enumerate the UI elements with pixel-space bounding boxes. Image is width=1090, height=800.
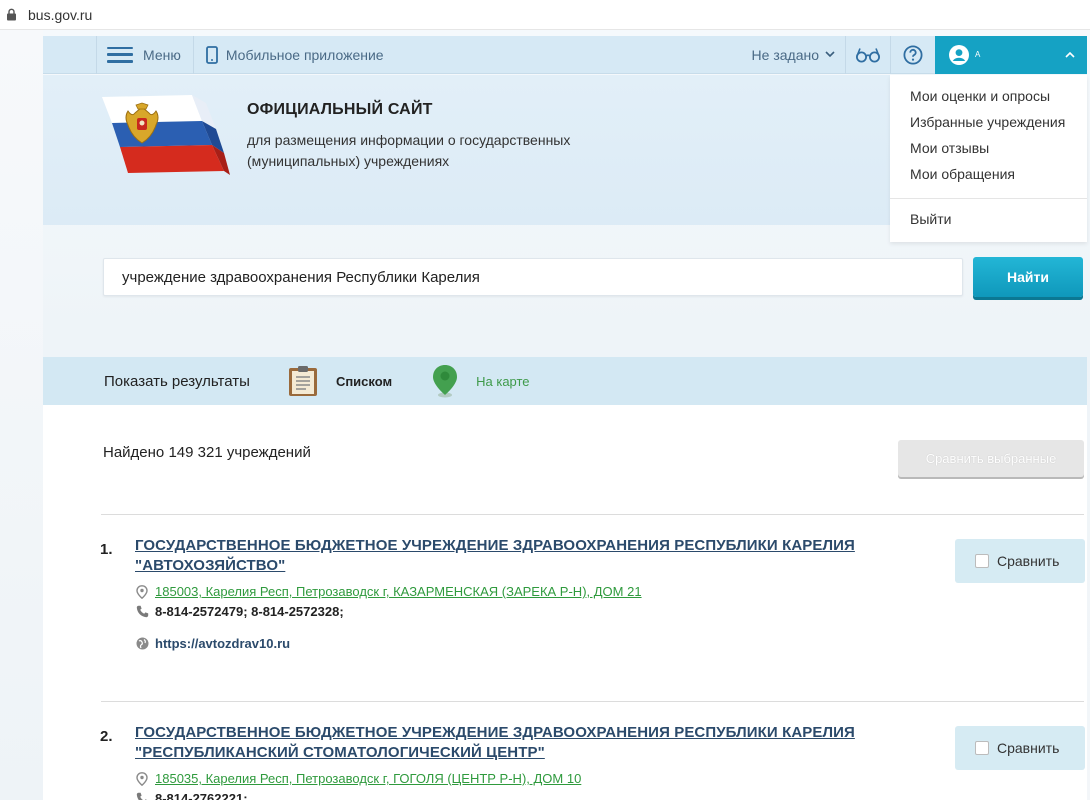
top-navigation: Меню Мобильное приложение Не задано А <box>43 35 1087 74</box>
lock-icon <box>6 8 20 22</box>
result-number: 2. <box>100 728 113 745</box>
menu-divider <box>890 198 1087 199</box>
site-title: ОФИЦИАЛЬНЫЙ САЙТ <box>247 101 433 118</box>
glasses-icon <box>856 47 880 62</box>
view-bar-label: Показать результаты <box>104 372 250 390</box>
result-phone: 8-814-2572479; 8-814-2572328; <box>155 604 344 619</box>
result-address-row: 185035, Карелия Респ, Петрозаводск г, ГО… <box>135 771 581 786</box>
help-button[interactable] <box>891 36 935 74</box>
view-map-option[interactable]: На карте <box>476 374 529 389</box>
browser-url[interactable]: bus.gov.ru <box>28 7 92 23</box>
user-name: А <box>975 50 981 59</box>
site-subtitle: для размещения информации о государствен… <box>247 132 571 169</box>
menu-item-favorite-institutions[interactable]: Избранные учреждения <box>910 114 1065 130</box>
browser-address-bar[interactable]: bus.gov.ru <box>0 0 1090 30</box>
result-phone-row: 8-814-2572479; 8-814-2572328; <box>135 604 344 619</box>
result-phone: 8-814-2762221; <box>155 791 248 800</box>
results-count: Найдено 149 321 учреждений <box>103 444 311 461</box>
chevron-down-icon <box>825 51 835 58</box>
compare-selected-button[interactable]: Сравнить выбранные <box>898 440 1084 477</box>
site-logo[interactable] <box>98 93 230 175</box>
results-view-bar: Показать результаты Списком На карте <box>43 357 1087 405</box>
region-label: Не задано <box>751 46 819 63</box>
result-address-link[interactable]: 185035, Карелия Респ, Петрозаводск г, ГО… <box>155 771 581 786</box>
menu-label: Меню <box>143 46 181 63</box>
user-menu-button[interactable]: А <box>935 35 1087 74</box>
results-divider <box>101 701 1084 702</box>
accessibility-button[interactable] <box>846 36 890 74</box>
nav-separator <box>96 35 97 74</box>
menu-button[interactable]: Меню <box>95 36 193 74</box>
region-select[interactable]: Не задано <box>742 36 845 74</box>
compare-label: Сравнить <box>997 553 1060 569</box>
phone-icon <box>135 605 149 619</box>
compare-checkbox[interactable] <box>975 554 989 568</box>
result-phone-row: 8-814-2762221; <box>135 791 248 800</box>
result-address-link[interactable]: 185003, Карелия Респ, Петрозаводск г, КА… <box>155 584 642 599</box>
search-button[interactable]: Найти <box>973 257 1083 297</box>
user-dropdown-menu: Мои оценки и опросы Избранные учреждения… <box>890 75 1087 242</box>
page-background-left <box>0 30 43 800</box>
result-title-link[interactable]: ГОСУДАРСТВЕННОЕ БЮДЖЕТНОЕ УЧРЕЖДЕНИЕ ЗДР… <box>135 536 895 576</box>
result-address-row: 185003, Карелия Респ, Петрозаводск г, КА… <box>135 584 642 599</box>
results-divider <box>101 514 1084 515</box>
compare-button[interactable]: Сравнить <box>955 726 1085 770</box>
compare-label: Сравнить <box>997 740 1060 756</box>
compare-button[interactable]: Сравнить <box>955 539 1085 583</box>
phone-icon <box>135 792 149 800</box>
clipboard-list-icon[interactable] <box>288 365 318 397</box>
search-input[interactable] <box>103 258 963 296</box>
menu-item-my-appeals[interactable]: Мои обращения <box>910 166 1015 182</box>
menu-item-logout[interactable]: Выйти <box>910 211 951 227</box>
mobile-app-label: Мобильное приложение <box>225 46 384 63</box>
result-website-link[interactable]: https://avtozdrav10.ru <box>155 636 290 651</box>
help-icon <box>903 44 923 65</box>
smartphone-icon <box>205 45 218 64</box>
map-pin-icon[interactable] <box>432 364 458 398</box>
chevron-up-icon <box>1065 51 1075 58</box>
menu-item-my-ratings[interactable]: Мои оценки и опросы <box>910 88 1050 104</box>
user-icon <box>949 44 969 65</box>
mobile-app-link[interactable]: Мобильное приложение <box>194 36 396 74</box>
location-pin-icon <box>135 584 149 599</box>
location-pin-icon <box>135 771 149 786</box>
result-number: 1. <box>100 541 113 558</box>
compare-checkbox[interactable] <box>975 741 989 755</box>
result-website-row: https://avtozdrav10.ru <box>135 636 290 651</box>
hamburger-icon <box>107 46 133 63</box>
menu-item-my-reviews[interactable]: Мои отзывы <box>910 140 989 156</box>
view-list-option[interactable]: Списком <box>336 374 392 389</box>
globe-icon <box>135 637 149 651</box>
result-title-link[interactable]: ГОСУДАРСТВЕННОЕ БЮДЖЕТНОЕ УЧРЕЖДЕНИЕ ЗДР… <box>135 723 895 763</box>
